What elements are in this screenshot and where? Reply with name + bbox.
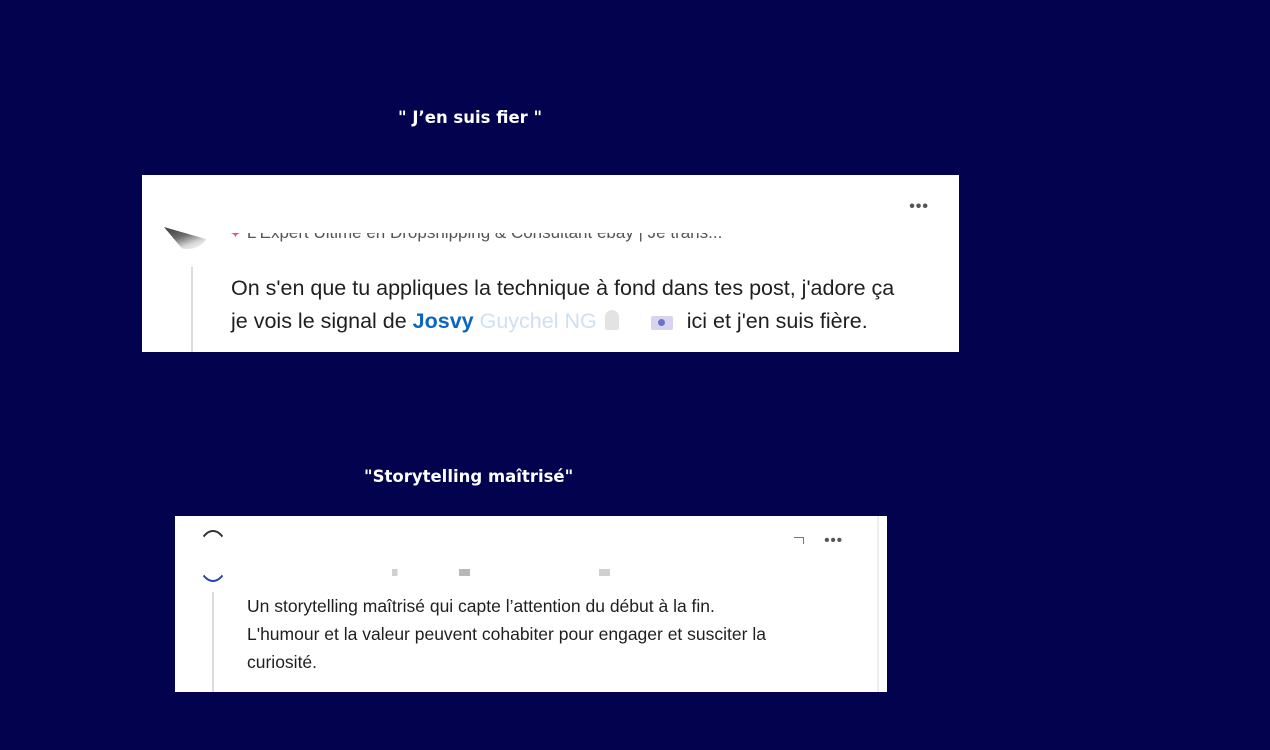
comment-body: On s'en que tu appliques la technique à … [231, 272, 894, 338]
comment-card-1: ••• ✦ L'Expert Ultime en Dropshipping & C… [142, 175, 959, 352]
more-options-icon[interactable]: ••• [824, 533, 843, 548]
mention-link-rest[interactable]: Guychel NG [480, 309, 597, 333]
comment-line: L'humour et la valeur peuvent cohabiter … [247, 624, 766, 644]
author-headline: ✦ L'Expert Ultime en Dropshipping & Consu… [230, 233, 722, 243]
quote-title-proud: " J’en suis fier " [398, 108, 543, 127]
divider [877, 516, 879, 692]
person-icon [604, 310, 619, 330]
comment-text-segment: ici et j'en suis fière. [686, 309, 868, 333]
reply-icon [794, 537, 804, 544]
thread-line [212, 592, 214, 692]
avatar[interactable] [197, 530, 229, 582]
mention-link[interactable]: Josvy [413, 309, 474, 333]
comment-card-2: ••• Un storytelling maîtrisé qui capte l… [175, 516, 887, 692]
comment-line: Un storytelling maîtrisé qui capte l’att… [247, 596, 715, 616]
thread-line [191, 267, 193, 352]
camera-icon [650, 316, 673, 330]
comment-text-segment: je vois le signal de [231, 309, 413, 333]
comment-body: Un storytelling maîtrisé qui capte l’att… [247, 592, 766, 676]
pin-icon: ✦ [230, 233, 241, 241]
avatar[interactable] [164, 227, 210, 249]
quote-title-storytelling: "Storytelling maîtrisé" [364, 467, 574, 486]
author-headline-text: L'Expert Ultime en Dropshipping & Consul… [247, 233, 722, 242]
author-headline-cropped [235, 569, 795, 576]
comment-line: je vois le signal de Josvy Guychel NG ici… [231, 305, 894, 338]
more-options-icon[interactable]: ••• [909, 199, 929, 215]
comment-line: On s'en que tu appliques la technique à … [231, 276, 895, 300]
comment-line: curiosité. [247, 652, 318, 672]
